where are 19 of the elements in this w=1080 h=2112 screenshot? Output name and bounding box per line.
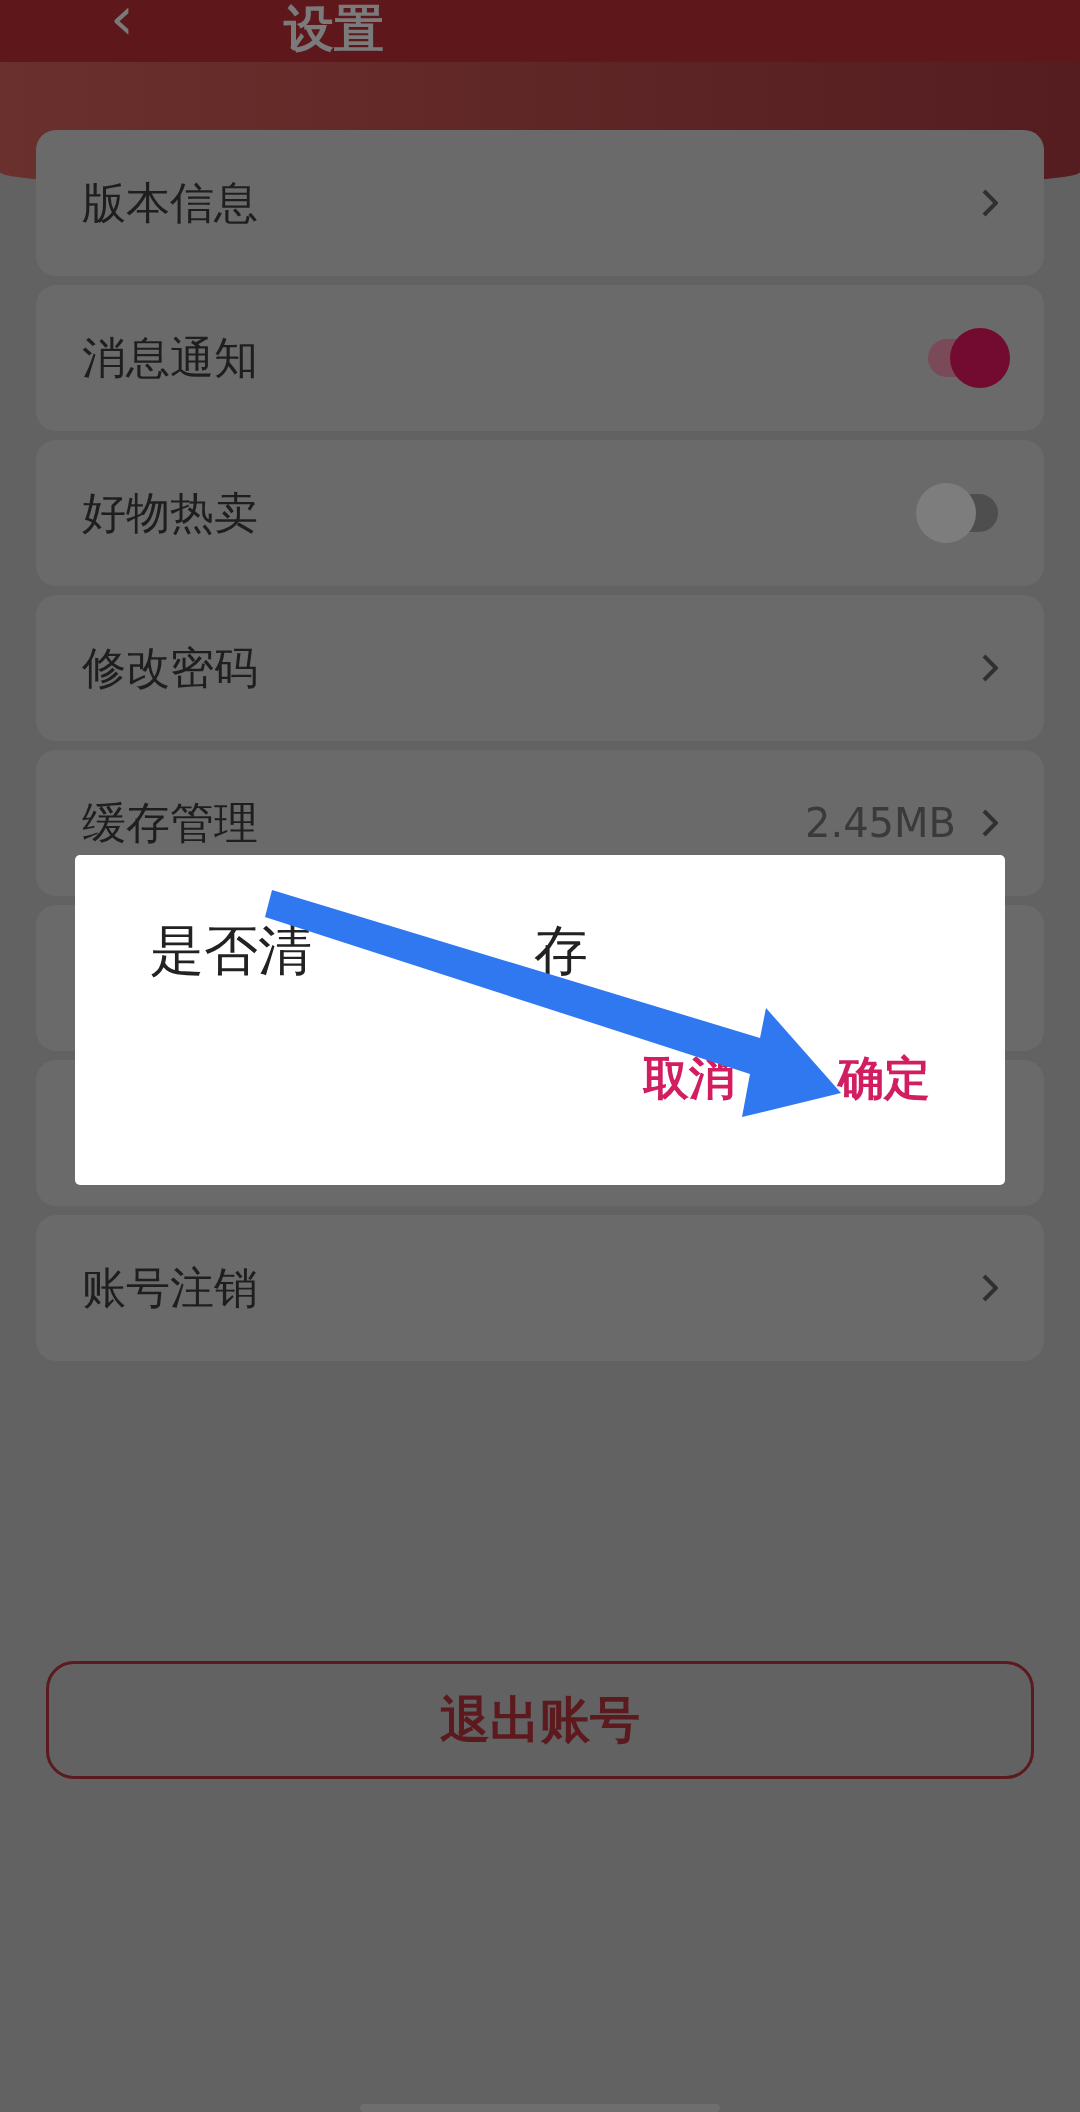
chevron-right-icon [982,809,998,837]
dialog-message: 存 [534,921,588,981]
chevron-right-icon [982,654,998,682]
chevron-right-icon [982,1274,998,1302]
row-label: 修改密码 [82,640,259,695]
chevron-right-icon [982,189,998,217]
dialog-button[interactable]: 确定 [838,1053,930,1103]
row-label: 好物热卖 [82,485,259,540]
dialog-message: 是否清 [150,921,312,981]
back-button[interactable]: ‹ [110,0,134,48]
logout-button[interactable]: 退出账号 [46,1661,1034,1779]
page-title: 设置 [284,4,384,54]
row-label: 版本信息 [82,175,259,230]
settings-row[interactable]: 版本信息 [36,130,1044,276]
row-label: 账号注销 [82,1260,259,1315]
row-label: 缓存管理 [82,795,259,850]
settings-row[interactable]: 修改密码 [36,595,1044,741]
settings-row[interactable]: 账号注销 [36,1215,1044,1361]
row-label: 消息通知 [82,330,259,385]
